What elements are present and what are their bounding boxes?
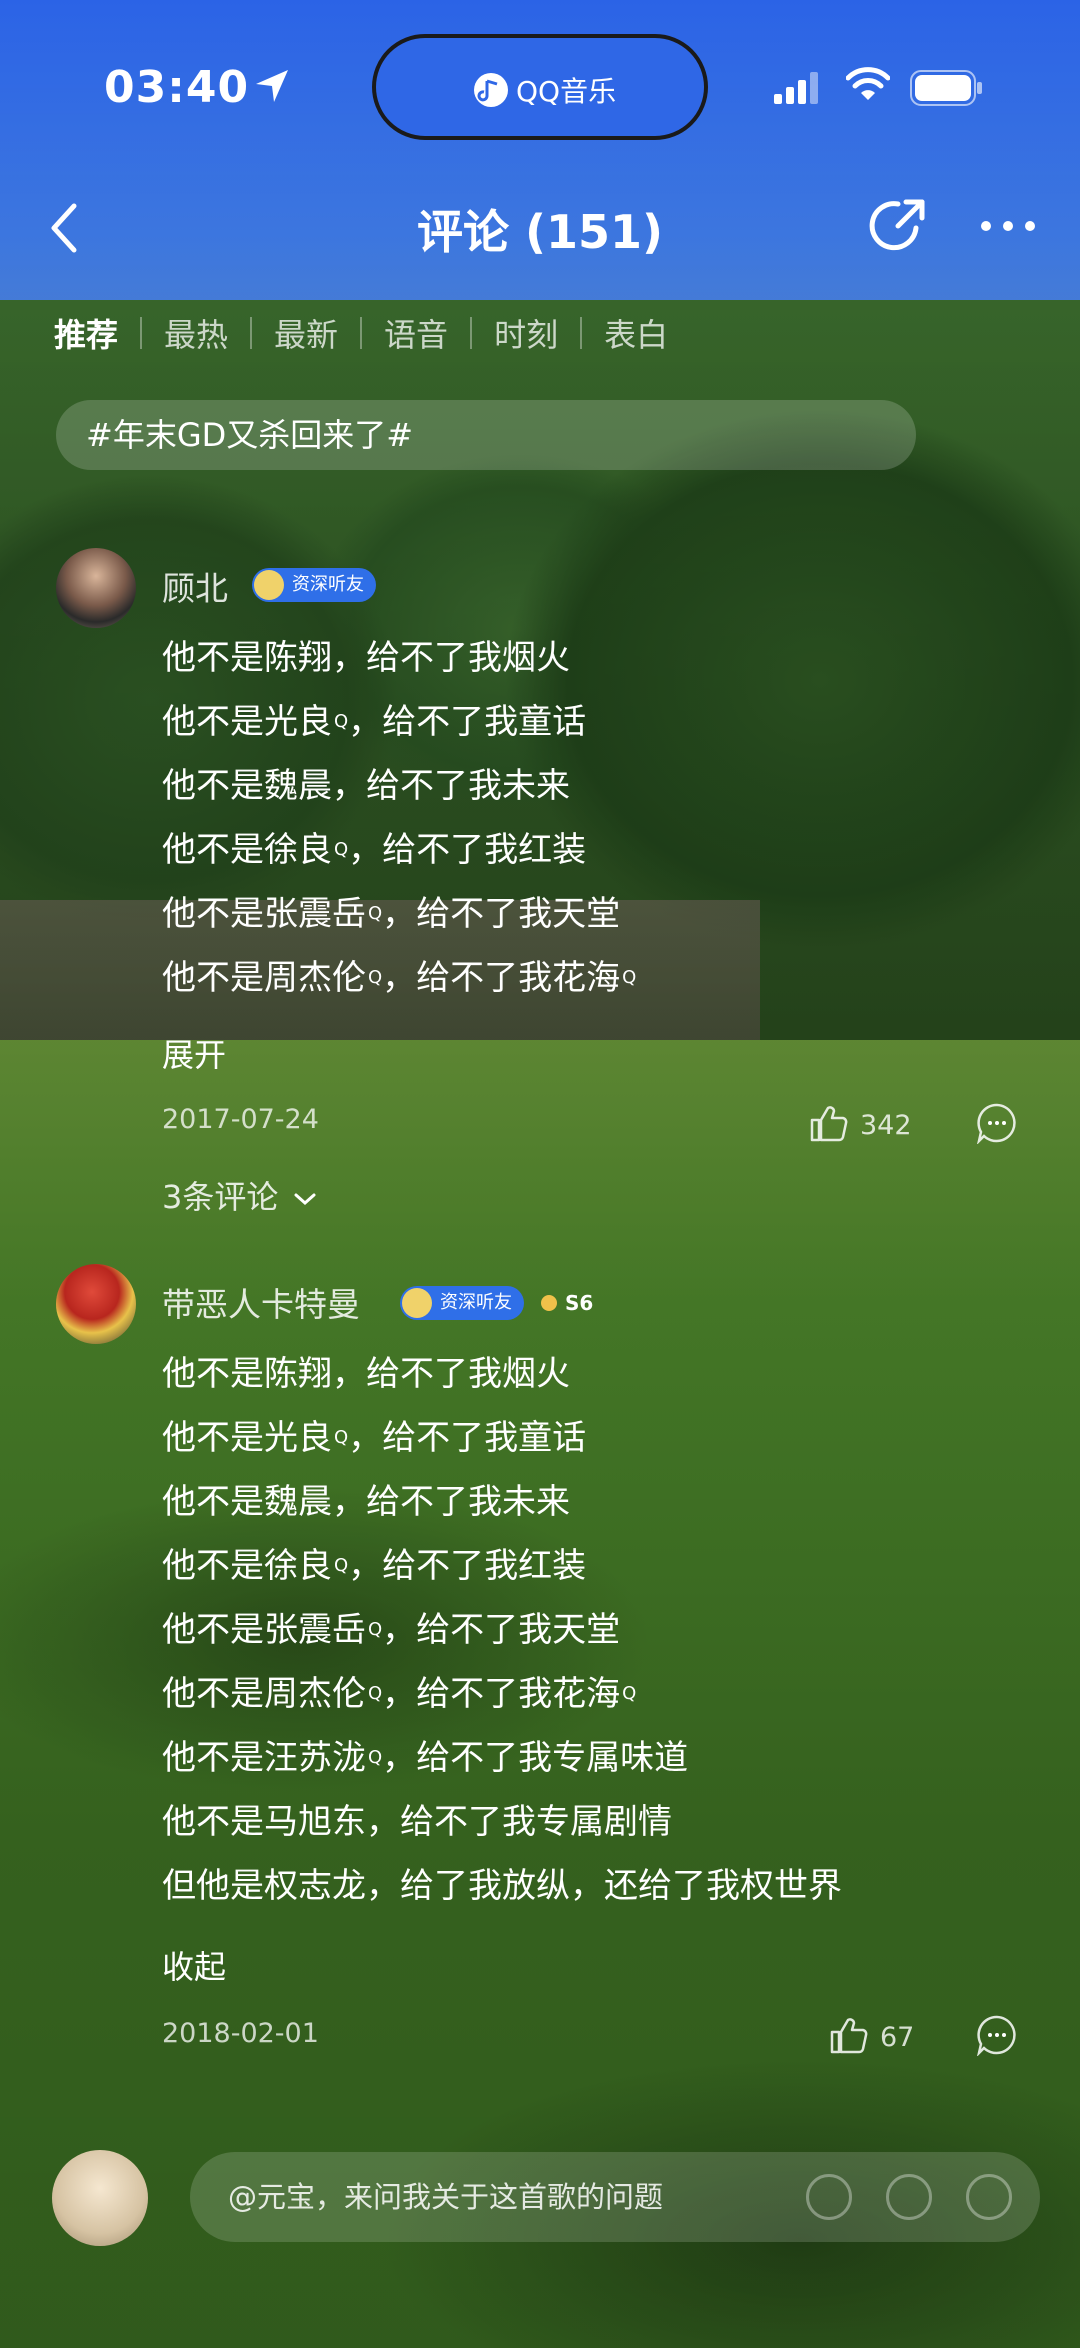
cellular-signal-icon: [774, 72, 818, 104]
tab-divider: [140, 317, 143, 349]
comment-tabs: 推荐 最热 最新 语音 时刻 表白: [54, 310, 668, 356]
like-count: 342: [860, 1110, 912, 1141]
expand-link[interactable]: 展开: [162, 1030, 226, 1076]
tab-divider: [250, 317, 253, 349]
comment-line: 他不是光良 Q，给不了我童话: [162, 1418, 587, 1458]
comment-line: 他不是光良 Q，给不了我童话: [162, 702, 587, 742]
comment-text: 他不是陈翔，给不了我烟火 他不是光良 Q，给不了我童话 他不是魏晨，给不了我未来 …: [162, 1342, 842, 1918]
tab-divider: [360, 317, 363, 349]
avatar[interactable]: [56, 548, 136, 628]
collapse-link[interactable]: 收起: [162, 1942, 226, 1988]
search-mark-icon[interactable]: Q: [368, 1747, 382, 1768]
vip-level-badge: S6: [540, 1288, 593, 1318]
search-mark-icon[interactable]: Q: [334, 1427, 348, 1448]
comment-username[interactable]: 顾北: [162, 562, 228, 610]
search-mark-icon[interactable]: Q: [334, 839, 348, 860]
comment-line: 他不是周杰伦 Q，给不了我花海 Q: [162, 958, 637, 998]
comment-line: 他不是徐良 Q，给不了我红装: [162, 830, 587, 870]
comment-line: 他不是陈翔，给不了我烟火: [162, 638, 570, 678]
comment-line: 他不是魏晨，给不了我未来: [162, 766, 570, 806]
comment-username[interactable]: 带恶人卡特曼: [162, 1278, 360, 1326]
chevron-down-icon: [294, 1193, 316, 1206]
like-count: 67: [880, 2022, 915, 2053]
search-mark-icon[interactable]: Q: [622, 967, 636, 988]
search-mark-icon[interactable]: Q: [622, 1683, 636, 1704]
senior-listener-badge: 资深听友: [400, 1286, 524, 1320]
tab-moments[interactable]: 时刻: [494, 310, 558, 356]
my-avatar[interactable]: [52, 2150, 148, 2246]
voice-icon[interactable]: [806, 2174, 852, 2220]
search-mark-icon[interactable]: Q: [368, 903, 382, 924]
comment-input[interactable]: @元宝，来问我关于这首歌的问题: [190, 2152, 1040, 2242]
location-arrow-icon: [256, 70, 288, 102]
comment-line: 他不是陈翔，给不了我烟火: [162, 1354, 570, 1394]
battery-icon: [910, 70, 982, 106]
tab-voice[interactable]: 语音: [384, 310, 448, 356]
comment-input-placeholder: @元宝，来问我关于这首歌的问题: [228, 2180, 664, 2214]
comment-date: 2018-02-01: [162, 2018, 319, 2049]
emoji-icon[interactable]: [886, 2174, 932, 2220]
vip-crown-icon: [541, 1295, 557, 1311]
comment-line: 但他是权志龙，给了我放纵，还给了我权世界: [162, 1866, 842, 1906]
comment-line: 他不是徐良 Q，给不了我红装: [162, 1546, 587, 1586]
comment-line: 他不是张震岳 Q，给不了我天堂: [162, 1610, 621, 1650]
tab-newest[interactable]: 最新: [274, 310, 338, 356]
comment-line: 他不是马旭东，给不了我专属剧情: [162, 1802, 672, 1842]
search-mark-icon[interactable]: Q: [368, 1619, 382, 1640]
dynamic-island[interactable]: QQ音乐: [372, 34, 708, 140]
wifi-icon: [846, 67, 890, 100]
tab-recommended[interactable]: 推荐: [54, 310, 118, 356]
thumbs-up-icon[interactable]: [828, 2014, 870, 2056]
comment-date: 2017-07-24: [162, 1104, 319, 1135]
tab-hottest[interactable]: 最热: [164, 310, 228, 356]
view-replies-link[interactable]: 3条评论: [162, 1172, 317, 1218]
status-bar: 03:40 QQ音乐: [0, 0, 1080, 180]
tab-divider: [470, 317, 473, 349]
comment-line: 他不是张震岳 Q，给不了我天堂: [162, 894, 621, 934]
comment-bubble-icon[interactable]: [976, 2014, 1018, 2056]
island-app-name: QQ音乐: [516, 75, 617, 108]
search-mark-icon[interactable]: Q: [334, 1555, 348, 1576]
avatar[interactable]: [56, 1264, 136, 1344]
topic-tag[interactable]: #年末GD又杀回来了#: [56, 400, 916, 470]
more-options-icon[interactable]: [980, 218, 1036, 234]
comment-text: 他不是陈翔，给不了我烟火 他不是光良 Q，给不了我童话 他不是魏晨，给不了我未来 …: [162, 626, 636, 1010]
comment-bubble-icon[interactable]: [976, 1102, 1018, 1144]
comment-line: 他不是魏晨，给不了我未来: [162, 1482, 570, 1522]
badge-emblem-icon: [402, 1288, 432, 1318]
tab-divider: [580, 317, 583, 349]
search-mark-icon[interactable]: Q: [334, 711, 348, 732]
comment-line: 他不是周杰伦 Q，给不了我花海 Q: [162, 1674, 637, 1714]
badge-emblem-icon: [254, 570, 284, 600]
status-time: 03:40: [104, 62, 250, 113]
search-mark-icon[interactable]: Q: [368, 1683, 382, 1704]
tab-confession[interactable]: 表白: [604, 310, 668, 356]
add-icon[interactable]: [966, 2174, 1012, 2220]
comment-line: 他不是汪苏泷 Q，给不了我专属味道: [162, 1738, 689, 1778]
search-mark-icon[interactable]: Q: [368, 967, 382, 988]
share-icon[interactable]: [868, 196, 928, 256]
qq-music-logo-icon: [474, 73, 508, 107]
senior-listener-badge: 资深听友: [252, 568, 376, 602]
thumbs-up-icon[interactable]: [808, 1102, 850, 1144]
